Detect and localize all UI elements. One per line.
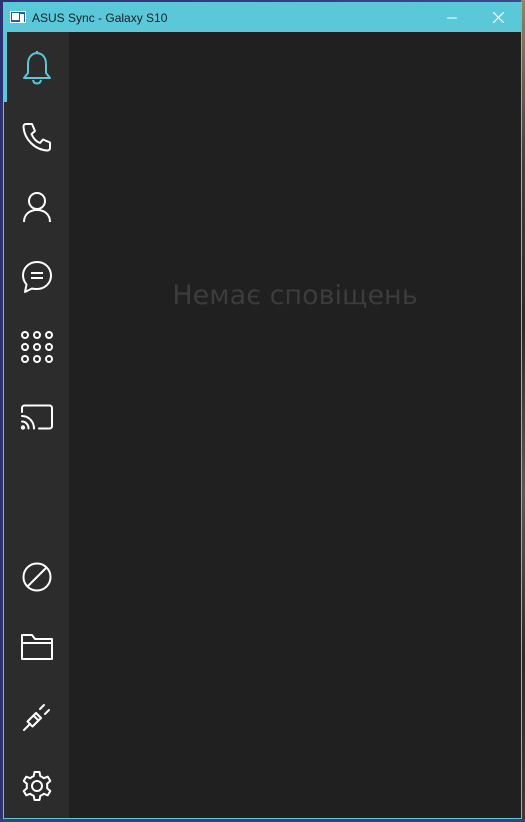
- person-icon: [22, 192, 51, 223]
- empty-notifications-message: Немає сповіщень: [172, 280, 418, 311]
- close-icon: [492, 12, 504, 23]
- asus-sync-app-icon: [10, 10, 26, 25]
- folder-icon: [20, 634, 53, 660]
- title-bar[interactable]: ASUS Sync - Galaxy S10: [4, 3, 521, 32]
- sidebar-item-settings[interactable]: [4, 752, 69, 822]
- close-button[interactable]: [475, 3, 521, 32]
- chat-bubble-icon: [21, 261, 52, 293]
- gear-icon: [22, 771, 51, 801]
- sidebar-item-calls[interactable]: [4, 102, 69, 172]
- sidebar-item-connection[interactable]: [4, 682, 69, 752]
- sidebar-item-screen-cast[interactable]: [4, 382, 69, 452]
- plug-icon: [22, 704, 50, 731]
- bell-icon: [22, 50, 51, 85]
- sidebar-item-notifications[interactable]: [4, 32, 69, 102]
- window-title: ASUS Sync - Galaxy S10: [32, 10, 168, 25]
- sidebar-item-files[interactable]: [4, 612, 69, 682]
- window-controls: [429, 3, 521, 32]
- notifications-panel: Немає сповіщень: [69, 32, 521, 818]
- app-window: ASUS Sync - Galaxy S10 Немає сповіщень: [3, 2, 522, 819]
- sidebar-item-block[interactable]: [4, 542, 69, 612]
- sidebar-nav: [4, 32, 69, 818]
- dialpad-icon: [20, 331, 53, 363]
- cast-icon: [20, 404, 53, 430]
- minimize-button[interactable]: [429, 3, 475, 32]
- phone-icon: [22, 123, 51, 152]
- sidebar-item-dialpad[interactable]: [4, 312, 69, 382]
- minimize-icon: [447, 17, 457, 18]
- sidebar-item-messages[interactable]: [4, 242, 69, 312]
- sidebar-item-contacts[interactable]: [4, 172, 69, 242]
- block-icon: [22, 562, 51, 592]
